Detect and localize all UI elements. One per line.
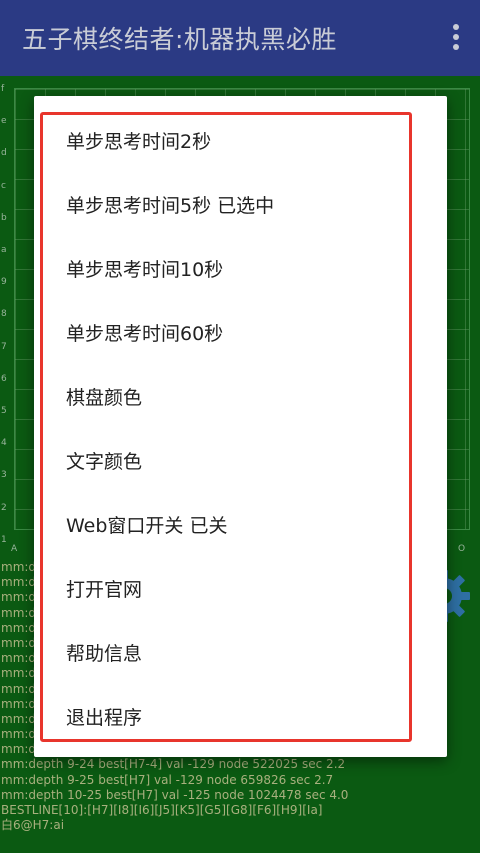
menu-item-label: 退出程序	[66, 706, 143, 729]
log-visible-lines: mm:depth 9-24 best[H7-4] val -129 node 5…	[1, 757, 479, 833]
menu-item-text-color[interactable]: 文字颜色	[34, 428, 447, 492]
menu-item-help[interactable]: 帮助信息	[34, 620, 447, 684]
board-row-label: d	[1, 148, 7, 159]
menu-item-label: 单步思考时间2秒	[66, 130, 212, 153]
menu-item-open-website[interactable]: 打开官网	[34, 556, 447, 620]
board-row-label: f	[1, 84, 5, 94]
menu-item-board-color[interactable]: 棋盘颜色	[34, 364, 447, 428]
log-line: mm:depth 9-25 best[H7] val -129 node 659…	[1, 772, 334, 787]
app-bar: 五子棋终结者:机器执黑必胜	[0, 0, 480, 76]
app-title: 五子棋终结者:机器执黑必胜	[22, 25, 337, 54]
options-menu: 单步思考时间2秒 单步思考时间5秒 已选中 单步思考时间10秒 单步思考时间60…	[34, 96, 447, 757]
board-row-label: a	[1, 245, 7, 255]
board-col-label-first: A	[11, 544, 18, 554]
board-row-label: 1	[1, 534, 7, 545]
board-row-label: 9	[1, 277, 7, 288]
menu-item-think-2s[interactable]: 单步思考时间2秒	[34, 108, 447, 172]
menu-item-think-10s[interactable]: 单步思考时间10秒	[34, 236, 447, 300]
log-line: mm:depth 9-24 best[H7-4] val -129 node 5…	[1, 757, 346, 772]
log-line: mm:depth 10-25 best[H7] val -125 node 10…	[1, 787, 349, 802]
board-row-label: 4	[1, 438, 7, 449]
menu-item-label: 打开官网	[66, 578, 143, 601]
menu-item-label: 单步思考时间10秒	[66, 258, 224, 281]
more-vert-icon[interactable]	[450, 24, 462, 52]
menu-item-label: 单步思考时间60秒	[66, 322, 224, 345]
board-row-label: 6	[1, 373, 7, 384]
board-row-label: 8	[1, 309, 7, 320]
menu-item-label: Web窗口开关 已关	[66, 514, 228, 537]
menu-item-think-5s[interactable]: 单步思考时间5秒 已选中	[34, 172, 447, 236]
board-row-label: 7	[1, 341, 7, 352]
board-row-label: 3	[1, 470, 7, 481]
log-line: BESTLINE[10]:[H7][I8][I6][J5][K5][G5][G8…	[1, 803, 323, 817]
menu-item-exit[interactable]: 退出程序	[34, 684, 447, 748]
board-row-label: c	[1, 180, 6, 191]
menu-item-label: 棋盘颜色	[66, 386, 143, 409]
menu-item-label: 帮助信息	[66, 642, 143, 665]
menu-item-web-window-toggle[interactable]: Web窗口开关 已关	[34, 492, 447, 556]
menu-item-think-60s[interactable]: 单步思考时间60秒	[34, 300, 447, 364]
log-line: 白6@H7:ai	[1, 818, 65, 833]
board-row-label: 5	[1, 406, 7, 416]
menu-item-label: 单步思考时间5秒 已选中	[66, 194, 275, 217]
board-col-label-last: O	[458, 544, 466, 554]
board-row-label: e	[1, 116, 7, 127]
menu-item-label: 文字颜色	[66, 450, 143, 473]
board-row-label: b	[1, 212, 7, 223]
board-row-label: 2	[1, 502, 7, 513]
